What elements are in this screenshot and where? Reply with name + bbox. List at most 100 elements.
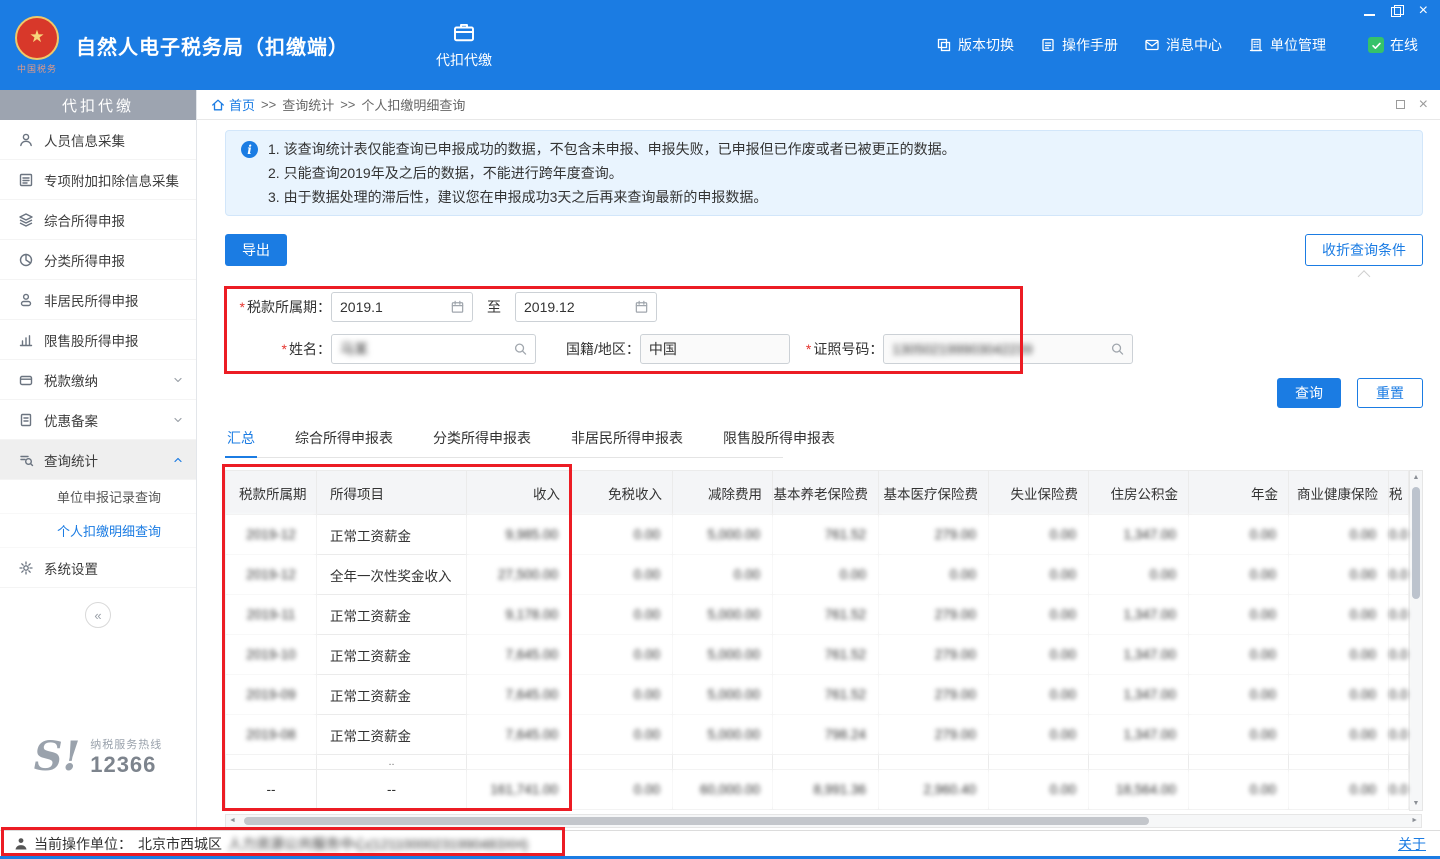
sidebar-subitem-unit-declaration-query[interactable]: 单位申报记录查询 — [0, 480, 196, 514]
table-row[interactable]: 2019-12正常工资薪金9,985.000.005,000.00761.522… — [226, 515, 1409, 555]
column-header: 税 — [1389, 471, 1409, 515]
online-status[interactable]: 在线 — [1368, 35, 1418, 55]
calendar-icon[interactable] — [450, 300, 465, 315]
range-separator: 至 — [487, 297, 501, 317]
sidebar-item-personnel-info[interactable]: 人员信息采集 — [0, 120, 196, 160]
vertical-scrollbar[interactable]: ▲ ▼ — [1409, 470, 1423, 811]
nationality-input[interactable] — [641, 341, 789, 357]
calendar-icon[interactable] — [634, 300, 649, 315]
cell-value: 0.00 — [1289, 555, 1389, 595]
sidebar-item-label: 人员信息采集 — [44, 130, 184, 150]
search-stats-icon — [18, 452, 34, 468]
version-switch-link[interactable]: 版本切换 — [936, 35, 1014, 55]
sidebar-item-classified-income[interactable]: 分类所得申报 — [0, 240, 196, 280]
sidebar-item-tax-payment[interactable]: 税款缴纳 — [0, 360, 196, 400]
restore-icon[interactable] — [1391, 5, 1403, 17]
column-header: 减除费用 — [673, 471, 773, 515]
unit-management-label: 单位管理 — [1270, 35, 1326, 55]
cell-value: 0.00 — [571, 555, 673, 595]
sidebar-item-nonresident-income[interactable]: 非居民所得申报 — [0, 280, 196, 320]
table-row[interactable]: 2019-11正常工资薪金9,178.000.005,000.00761.522… — [226, 595, 1409, 635]
query-button[interactable]: 查询 — [1277, 378, 1341, 408]
cell-item: 正常工资薪金 — [317, 595, 467, 635]
reset-button[interactable]: 重置 — [1357, 378, 1423, 408]
scroll-right-icon[interactable]: ► — [1411, 817, 1418, 824]
info-icon: i — [241, 141, 258, 158]
breadcrumb-item[interactable]: 查询统计 — [282, 95, 334, 114]
tab-withholding-module[interactable]: 代扣代缴 — [419, 0, 509, 90]
cell-value: 0.00 — [1289, 635, 1389, 675]
period-to-field[interactable] — [515, 292, 657, 322]
cell-value — [773, 755, 879, 770]
cell-item: 正常工资薪金 — [317, 635, 467, 675]
minimize-icon[interactable] — [1364, 7, 1375, 16]
version-switch-label: 版本切换 — [958, 35, 1014, 55]
search-icon[interactable] — [1110, 342, 1125, 357]
module-tab-label: 代扣代缴 — [436, 50, 492, 70]
panel-maximize-icon[interactable] — [1396, 100, 1405, 109]
app-logo: 中国税务 — [10, 16, 64, 75]
cell-value: 7,645.00 — [467, 675, 571, 715]
cell-value: 0.00 — [571, 635, 673, 675]
sidebar-collapse-button[interactable]: « — [85, 602, 111, 628]
sidebar-subitem-personal-withholding-query[interactable]: 个人扣缴明细查询 — [0, 514, 196, 548]
cell-value: 1,347.00 — [1089, 635, 1189, 675]
scroll-left-icon[interactable]: ◄ — [229, 817, 236, 824]
breadcrumb-home[interactable]: 首页 — [211, 95, 255, 114]
cell-value: 60,000.00 — [673, 770, 773, 810]
tab-nonresident-income[interactable]: 非居民所得申报表 — [569, 428, 685, 457]
tab-summary[interactable]: 汇总 — [225, 428, 257, 457]
cell-value: 0.00 — [989, 635, 1089, 675]
cell-value — [1189, 755, 1289, 770]
sidebar-item-label: 优惠备案 — [44, 410, 162, 430]
id-number-input[interactable] — [884, 341, 1132, 357]
cell-period — [226, 755, 317, 770]
building-icon — [1248, 37, 1264, 53]
about-link[interactable]: 关于 — [1398, 834, 1426, 854]
notice-panel: i 1. 该查询统计表仅能查询已申报成功的数据，不包含未申报、申报失败，已申报但… — [225, 130, 1423, 216]
export-button[interactable]: 导出 — [225, 234, 287, 266]
cell-period: 2019-09 — [226, 675, 317, 715]
horizontal-scrollbar[interactable]: ◄ ► — [225, 814, 1422, 828]
table-row[interactable]: 2019-09正常工资薪金7,645.000.005,000.00761.522… — [226, 675, 1409, 715]
nationality-field[interactable] — [640, 334, 790, 364]
id-number-field[interactable] — [883, 334, 1133, 364]
cell-value: 0.00 — [989, 675, 1089, 715]
cell-value: 0.00 — [1289, 515, 1389, 555]
sidebar-item-comprehensive-income[interactable]: 综合所得申报 — [0, 200, 196, 240]
cell-value: 0.00 — [673, 555, 773, 595]
horizontal-scroll-thumb[interactable] — [244, 817, 1149, 825]
sidebar-item-system-settings[interactable]: 系统设置 — [0, 548, 196, 588]
name-field[interactable] — [331, 334, 536, 364]
collapse-query-button[interactable]: 收折查询条件 — [1305, 234, 1423, 266]
scroll-down-icon[interactable]: ▼ — [1413, 797, 1420, 810]
online-check-icon — [1368, 37, 1384, 53]
search-icon[interactable] — [513, 342, 528, 357]
sidebar-item-query-statistics[interactable]: 查询统计 — [0, 440, 196, 480]
chevron-down-icon — [172, 414, 184, 426]
column-header: 住房公积金 — [1089, 471, 1189, 515]
table-row[interactable]: ----161,741.000.0060,000.008,991.362,960… — [226, 770, 1409, 810]
vertical-scroll-thumb[interactable] — [1412, 487, 1420, 599]
table-row[interactable]: 2019-12全年一次性奖金收入27,500.000.000.000.000.0… — [226, 555, 1409, 595]
manual-link[interactable]: 操作手册 — [1040, 35, 1118, 55]
period-from-field[interactable] — [331, 292, 473, 322]
cell-value: 0.00 — [1189, 635, 1289, 675]
tab-classified-income[interactable]: 分类所得申报表 — [431, 428, 533, 457]
sidebar-item-restricted-shares[interactable]: 限售股所得申报 — [0, 320, 196, 360]
panel-close-icon[interactable]: × — [1419, 100, 1428, 110]
sidebar-item-special-deduction[interactable]: 专项附加扣除信息采集 — [0, 160, 196, 200]
tab-restricted-shares[interactable]: 限售股所得申报表 — [721, 428, 837, 457]
name-input[interactable] — [332, 341, 535, 357]
sidebar-item-preference-filing[interactable]: 优惠备案 — [0, 400, 196, 440]
message-center-link[interactable]: 消息中心 — [1144, 35, 1222, 55]
scroll-up-icon[interactable]: ▲ — [1413, 471, 1420, 484]
table-row[interactable]: 2019-08正常工资薪金7,645.000.005,000.00798.242… — [226, 715, 1409, 755]
tab-comprehensive-income[interactable]: 综合所得申报表 — [293, 428, 395, 457]
close-icon[interactable]: × — [1419, 5, 1428, 17]
column-header: 年金 — [1189, 471, 1289, 515]
table-row[interactable]: 2019-10正常工资薪金7,645.000.005,000.00761.522… — [226, 635, 1409, 675]
unit-management-link[interactable]: 单位管理 — [1248, 35, 1326, 55]
cell-value: 0.00 — [1189, 595, 1289, 635]
breadcrumb: 首页 >> 查询统计 >> 个人扣缴明细查询 × — [197, 90, 1440, 120]
